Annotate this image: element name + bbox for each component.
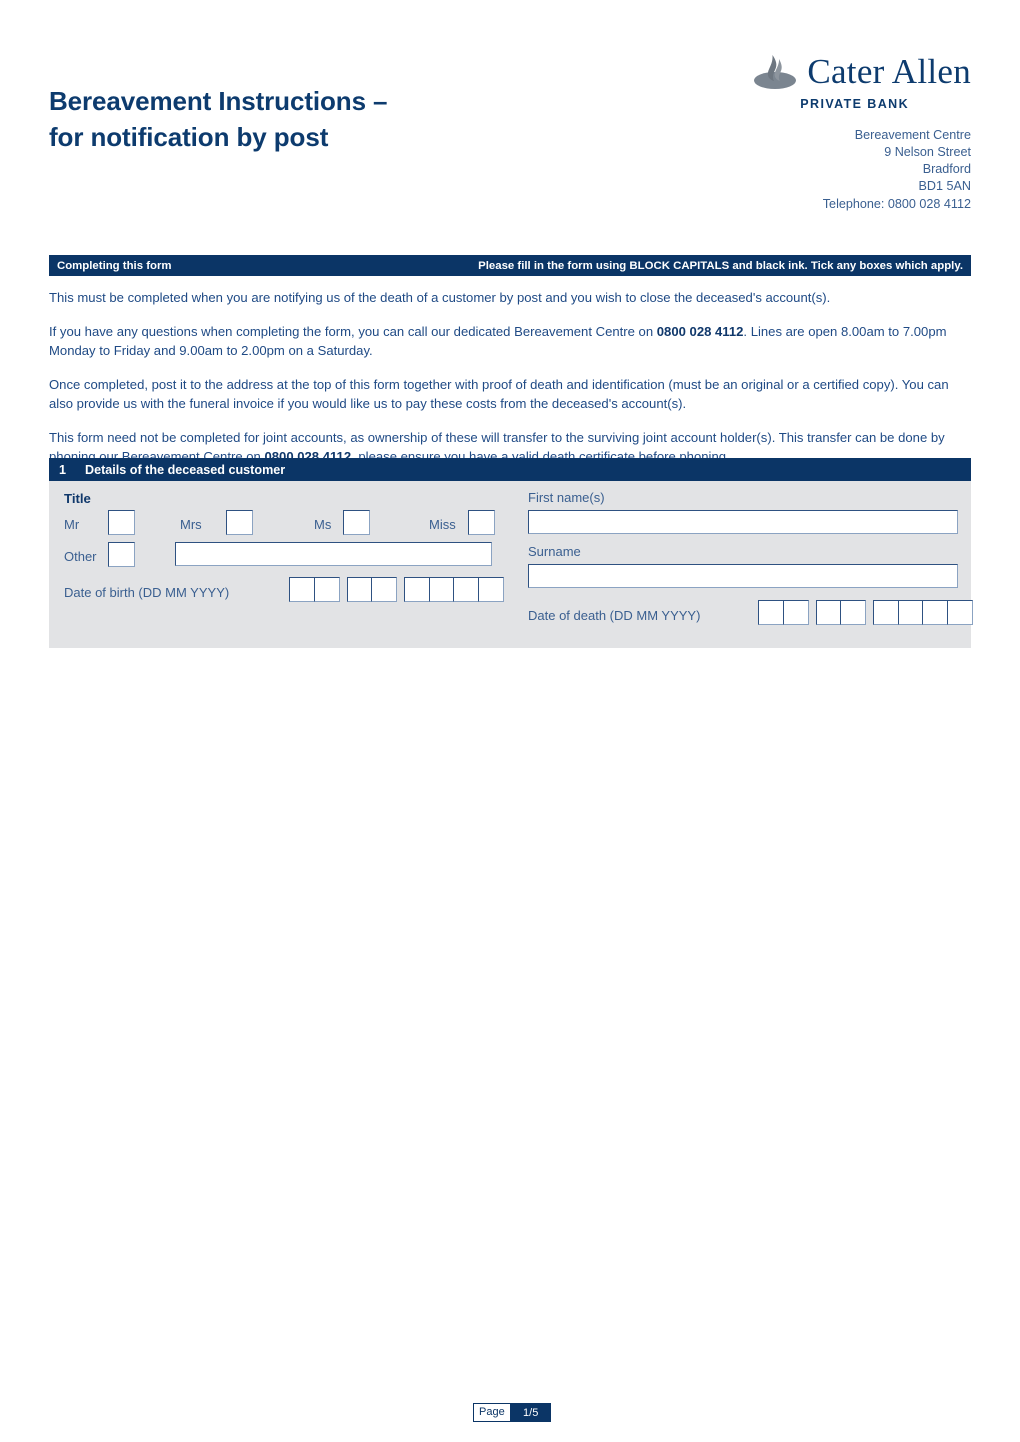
address-line-4: BD1 5AN bbox=[918, 179, 972, 194]
dob-month-group[interactable] bbox=[346, 577, 397, 602]
page-header: Bereavement Instructions – for notificat… bbox=[49, 48, 971, 228]
bereavement-centre-address: Bereavement Centre 9 Nelson Street Bradf… bbox=[661, 127, 971, 213]
intro-paragraph-1: This must be completed when you are noti… bbox=[49, 290, 831, 305]
brand-subtitle: PRIVATE BANK bbox=[800, 97, 909, 111]
section-1-number: 1 bbox=[59, 462, 67, 477]
brand-logo: Cater Allen bbox=[661, 48, 971, 94]
address-line-1: Bereavement Centre bbox=[854, 128, 971, 142]
page-footer: Page 1/5 bbox=[473, 1403, 551, 1422]
dob-year-char-4[interactable] bbox=[477, 577, 504, 602]
brand-block: Cater Allen PRIVATE BANK Bereavement Cen… bbox=[661, 48, 971, 213]
title-other-input[interactable] bbox=[175, 542, 492, 566]
intro-paragraph-2: If you have any questions when completin… bbox=[49, 323, 971, 361]
page-title: Bereavement Instructions – for notificat… bbox=[49, 84, 609, 156]
form-page: Bereavement Instructions – for notificat… bbox=[0, 0, 1020, 1442]
dod-day-char-1[interactable] bbox=[758, 600, 784, 625]
dob-day-group[interactable] bbox=[289, 577, 340, 602]
page-title-line-1: Bereavement Instructions – bbox=[49, 86, 388, 116]
date-of-birth-label: Date of birth (DD MM YYYY) bbox=[64, 585, 230, 600]
santander-flame-icon bbox=[752, 51, 798, 91]
page-label: Page bbox=[473, 1403, 511, 1422]
dod-year-char-2[interactable] bbox=[897, 600, 924, 625]
dob-month-char-1[interactable] bbox=[346, 577, 373, 602]
dob-year-group[interactable] bbox=[404, 577, 504, 602]
date-of-birth-boxes[interactable] bbox=[289, 577, 504, 602]
address-line-3: Bradford bbox=[922, 162, 971, 177]
dod-month-char-1[interactable] bbox=[815, 600, 842, 625]
first-names-input[interactable] bbox=[528, 510, 958, 534]
section-1-heading: Details of the deceased customer bbox=[85, 462, 286, 477]
title-other-checkbox[interactable] bbox=[108, 542, 135, 567]
first-names-label: First name(s) bbox=[528, 490, 605, 505]
intro-paragraph-3: Once completed, post it to the address a… bbox=[49, 376, 949, 411]
surname-label: Surname bbox=[528, 544, 581, 559]
completing-this-form-bar: Completing this form Please fill in the … bbox=[49, 255, 971, 276]
completing-this-form-label: Completing this form bbox=[57, 259, 172, 272]
title-ms-label: Ms bbox=[314, 517, 332, 532]
address-line-2: 9 Nelson Street bbox=[884, 145, 971, 160]
page-number: 1/5 bbox=[510, 1403, 551, 1422]
dob-year-char-1[interactable] bbox=[404, 577, 430, 602]
title-miss-label: Miss bbox=[429, 517, 456, 532]
date-of-death-boxes[interactable] bbox=[758, 600, 973, 625]
dod-year-group[interactable] bbox=[873, 600, 973, 625]
intro-p2-text-a: If you have any questions when completin… bbox=[49, 323, 657, 339]
surname-input[interactable] bbox=[528, 564, 958, 588]
title-mrs-label: Mrs bbox=[180, 517, 202, 532]
dod-month-char-2[interactable] bbox=[840, 600, 866, 625]
dod-year-char-1[interactable] bbox=[873, 600, 899, 625]
deceased-customer-panel: Title Mr Mrs Ms Miss Other Date of birth… bbox=[49, 481, 973, 648]
dod-day-char-2[interactable] bbox=[782, 600, 809, 625]
dob-day-char-1[interactable] bbox=[289, 577, 315, 602]
completing-this-form-instruction: Please fill in the form using BLOCK CAPI… bbox=[478, 259, 963, 272]
title-mrs-checkbox[interactable] bbox=[226, 510, 253, 535]
dob-year-char-3[interactable] bbox=[453, 577, 479, 602]
title-miss-checkbox[interactable] bbox=[468, 510, 495, 535]
dod-month-group[interactable] bbox=[815, 600, 866, 625]
dod-day-group[interactable] bbox=[758, 600, 809, 625]
intro-p2-phone: 0800 028 4112 bbox=[656, 323, 744, 339]
title-mr-checkbox[interactable] bbox=[108, 510, 135, 535]
dod-year-char-4[interactable] bbox=[946, 600, 973, 625]
title-ms-checkbox[interactable] bbox=[343, 510, 370, 535]
dob-month-char-2[interactable] bbox=[371, 577, 397, 602]
dod-year-char-3[interactable] bbox=[922, 600, 948, 625]
title-group-label: Title bbox=[64, 491, 91, 506]
section-1-header: 1 Details of the deceased customer bbox=[49, 458, 971, 481]
brand-name: Cater Allen bbox=[807, 51, 971, 91]
date-of-death-label: Date of death (DD MM YYYY) bbox=[528, 608, 701, 623]
page-title-line-2: for notification by post bbox=[49, 121, 329, 152]
title-other-label: Other bbox=[64, 549, 97, 564]
dob-year-char-2[interactable] bbox=[428, 577, 455, 602]
introduction-copy: This must be completed when you are noti… bbox=[49, 289, 971, 482]
dob-day-char-2[interactable] bbox=[313, 577, 340, 602]
title-mr-label: Mr bbox=[64, 517, 80, 532]
address-telephone: Telephone: 0800 028 4112 bbox=[822, 196, 971, 211]
